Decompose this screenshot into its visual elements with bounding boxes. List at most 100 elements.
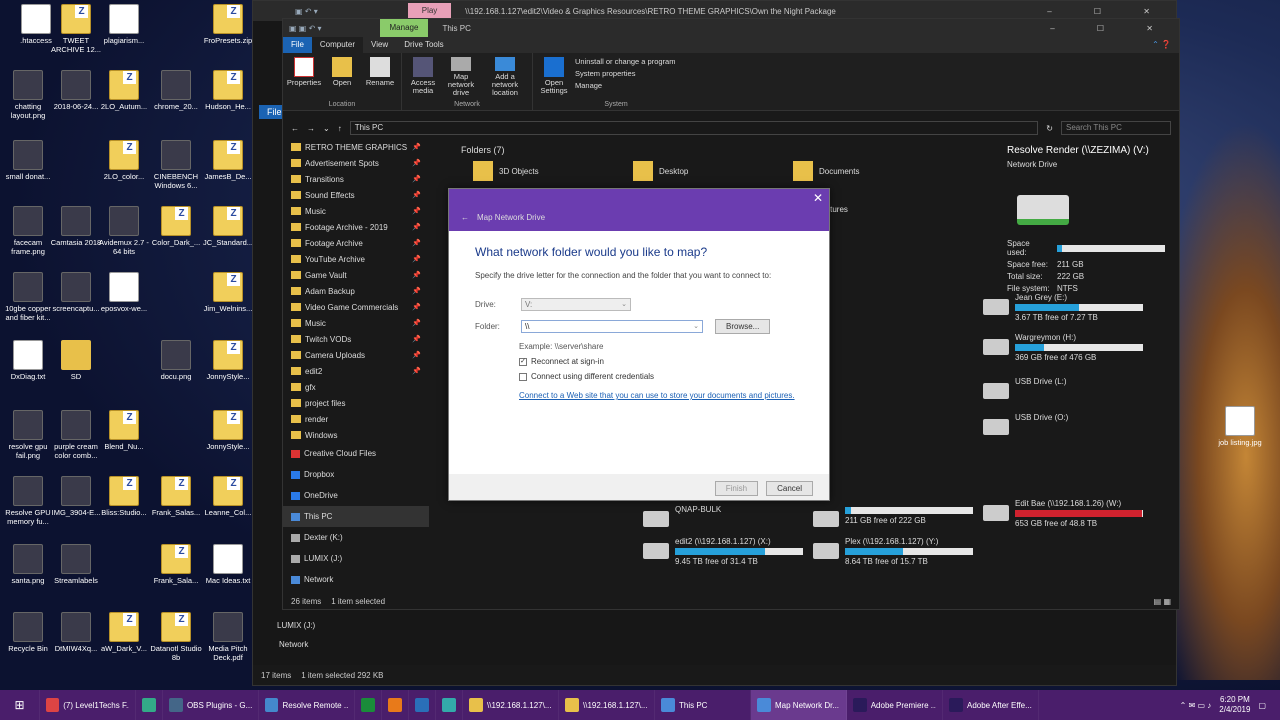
nav-item[interactable]: Adam Backup 📌 bbox=[283, 283, 429, 299]
pin-icon[interactable]: 📌 bbox=[412, 367, 421, 375]
this-pc-titlebar[interactable]: ▣ ▣ ↶ ▾ Manage This PC – ☐ ✕ bbox=[283, 19, 1179, 37]
back-arrow-icon[interactable]: ← bbox=[291, 124, 299, 133]
desktop-icon[interactable]: 2LO_color... bbox=[96, 140, 152, 181]
nav-item-dropbox[interactable]: Dropbox bbox=[283, 464, 429, 485]
different-credentials-checkbox[interactable]: Connect using different credentials bbox=[519, 372, 803, 381]
start-button[interactable]: ⊞ bbox=[0, 690, 40, 720]
map-network-drive-button[interactable]: Map network drive bbox=[444, 55, 478, 97]
drive-tile[interactable]: Wargreymon (H:) 369 GB free of 476 GB bbox=[983, 333, 1143, 362]
drive-tile[interactable]: USB Drive (O:) bbox=[983, 413, 1143, 435]
system-properties-link[interactable]: System properties bbox=[575, 69, 695, 78]
taskbar-item[interactable]: (7) Level1Techs F... bbox=[40, 690, 136, 720]
desktop-icon[interactable]: plagiarism... bbox=[96, 4, 152, 45]
nav-item-network[interactable]: Network bbox=[283, 569, 429, 590]
drive-tile[interactable]: Jean Grey (E:) 3.67 TB free of 7.27 TB bbox=[983, 293, 1143, 322]
drive-tile[interactable]: USB Drive (L:) bbox=[983, 377, 1143, 399]
reconnect-checkbox[interactable]: ✓ Reconnect at sign-in bbox=[519, 357, 803, 366]
pin-icon[interactable]: 📌 bbox=[412, 255, 421, 263]
nav-item-this-pc[interactable]: This PC bbox=[283, 506, 429, 527]
cancel-button[interactable]: Cancel bbox=[766, 480, 813, 496]
pin-icon[interactable]: 📌 bbox=[412, 335, 421, 343]
desktop-icon[interactable]: JamesB_De... bbox=[200, 140, 256, 181]
nav-item[interactable]: RETRO THEME GRAPHICS 📌 bbox=[283, 139, 429, 155]
pin-icon[interactable]: 📌 bbox=[412, 223, 421, 231]
back-window-controls[interactable]: – ☐ ✕ bbox=[1047, 7, 1170, 16]
desktop-icon[interactable]: JonnyStyle... bbox=[200, 410, 256, 451]
desktop-icon[interactable]: SD bbox=[48, 340, 104, 381]
back-arrow-icon-dialog[interactable]: ← bbox=[461, 213, 469, 222]
address-bar[interactable]: This PC bbox=[349, 121, 1039, 135]
desktop-icon[interactable]: CINEBENCH Windows 6... bbox=[148, 140, 204, 190]
finish-button[interactable]: Finish bbox=[714, 480, 759, 496]
drive-tile[interactable]: Edit Bae (\\192.168.1.26) (W:) 653 GB fre… bbox=[983, 499, 1143, 528]
context-tab-manage[interactable]: Manage bbox=[379, 19, 429, 37]
desktop-icon[interactable]: Jim_Welnins... bbox=[200, 272, 256, 313]
access-media-button[interactable]: Access media bbox=[406, 55, 440, 97]
desktop-icon[interactable]: docu.png bbox=[148, 340, 204, 381]
nav-item[interactable]: YouTube Archive 📌 bbox=[283, 251, 429, 267]
desktop-icon[interactable]: Media Pitch Deck.pdf bbox=[200, 612, 256, 662]
close-icon[interactable]: ✕ bbox=[813, 191, 823, 205]
open-settings-button[interactable]: Open Settings bbox=[537, 55, 571, 97]
taskbar-item[interactable]: This PC bbox=[655, 690, 751, 720]
web-site-link[interactable]: Connect to a Web site that you can use t… bbox=[519, 391, 803, 400]
nav-item[interactable]: Sound Effects 📌 bbox=[283, 187, 429, 203]
pin-icon[interactable]: 📌 bbox=[412, 319, 421, 327]
taskbar-item[interactable] bbox=[136, 690, 163, 720]
tray-icons[interactable]: ⌃ ✉ ▭ ♪ bbox=[1180, 701, 1212, 710]
taskbar-item[interactable] bbox=[355, 690, 382, 720]
reconnect-check-box[interactable]: ✓ bbox=[519, 357, 527, 366]
folder-tile[interactable]: Desktop bbox=[633, 161, 688, 181]
nav-item[interactable]: gfx bbox=[283, 379, 429, 395]
nav-item-lumix-j-[interactable]: LUMIX (J:) bbox=[283, 548, 429, 569]
tab-file[interactable]: File bbox=[283, 37, 312, 53]
properties-button[interactable]: Properties bbox=[287, 55, 321, 97]
pin-icon[interactable]: 📌 bbox=[412, 271, 421, 279]
desktop-icon[interactable]: Datanotl Studio 8b bbox=[148, 612, 204, 662]
notifications-icon[interactable]: ▢ bbox=[1258, 701, 1266, 710]
nav-item[interactable]: project files bbox=[283, 395, 429, 411]
add-network-location-button[interactable]: Add a network location bbox=[482, 55, 528, 97]
search-input[interactable]: Search This PC bbox=[1061, 121, 1171, 135]
nav-item-onedrive[interactable]: OneDrive bbox=[283, 485, 429, 506]
pin-icon[interactable]: 📌 bbox=[412, 207, 421, 215]
taskbar-item[interactable]: OBS Plugins - G... bbox=[163, 690, 259, 720]
nav-item[interactable]: Advertisement Spots 📌 bbox=[283, 155, 429, 171]
drive-select[interactable]: V: ⌄ bbox=[521, 298, 631, 311]
desktop-icon[interactable]: Mac Ideas.txt bbox=[200, 544, 256, 585]
desktop-icon[interactable]: Streamlabels bbox=[48, 544, 104, 585]
drive-tile[interactable]: edit2 (\\192.168.1.127) (X:) 9.45 TB free… bbox=[643, 537, 803, 566]
desktop-icon[interactable]: Blend_Nu... bbox=[96, 410, 152, 451]
manage-link[interactable]: Manage bbox=[575, 81, 695, 90]
nav-item[interactable]: Footage Archive - 2019 📌 bbox=[283, 219, 429, 235]
drive-tile[interactable]: 211 GB free of 222 GB bbox=[813, 505, 973, 527]
tab-drive-tools[interactable]: Drive Tools bbox=[396, 37, 451, 53]
tab-view[interactable]: View bbox=[363, 37, 396, 53]
recent-chevron-icon[interactable]: ⌄ bbox=[323, 124, 330, 133]
desktop-icon[interactable]: 2LO_Autum... bbox=[96, 70, 152, 111]
desktop-icon[interactable]: Leanne_Col... bbox=[200, 476, 256, 517]
open-button[interactable]: Open bbox=[325, 55, 359, 97]
taskbar-item[interactable] bbox=[409, 690, 436, 720]
nav-item[interactable]: edit2 📌 bbox=[283, 363, 429, 379]
nav-item[interactable]: Camera Uploads 📌 bbox=[283, 347, 429, 363]
nav-item[interactable]: Video Game Commercials 📌 bbox=[283, 299, 429, 315]
desktop-icon[interactable]: Color_Dark_... bbox=[148, 206, 204, 247]
pin-icon[interactable]: 📌 bbox=[412, 143, 421, 151]
nav-item-creative-cloud-files[interactable]: Creative Cloud Files bbox=[283, 443, 429, 464]
desktop-icon[interactable]: small donat... bbox=[0, 140, 56, 181]
desktop-icon[interactable]: FroPresets.zip bbox=[200, 4, 256, 45]
rename-button[interactable]: Rename bbox=[363, 55, 397, 97]
view-toggle-icons[interactable]: ▤ ▦ bbox=[1154, 597, 1171, 606]
taskbar-item[interactable]: Map Network Dr... bbox=[751, 690, 847, 720]
nav-item[interactable]: Transitions 📌 bbox=[283, 171, 429, 187]
taskbar-item[interactable]: Adobe Premiere ... bbox=[847, 690, 943, 720]
nav-item[interactable]: Game Vault 📌 bbox=[283, 267, 429, 283]
nav-item[interactable]: Music 📌 bbox=[283, 203, 429, 219]
forward-arrow-icon[interactable]: → bbox=[307, 124, 315, 133]
desktop-icon[interactable]: Hudson_He... bbox=[200, 70, 256, 111]
pin-icon[interactable]: 📌 bbox=[412, 175, 421, 183]
nav-item[interactable]: Windows bbox=[283, 427, 429, 443]
folder-input[interactable]: \\ ⌄ bbox=[521, 320, 703, 333]
up-arrow-icon[interactable]: ↑ bbox=[338, 124, 342, 133]
